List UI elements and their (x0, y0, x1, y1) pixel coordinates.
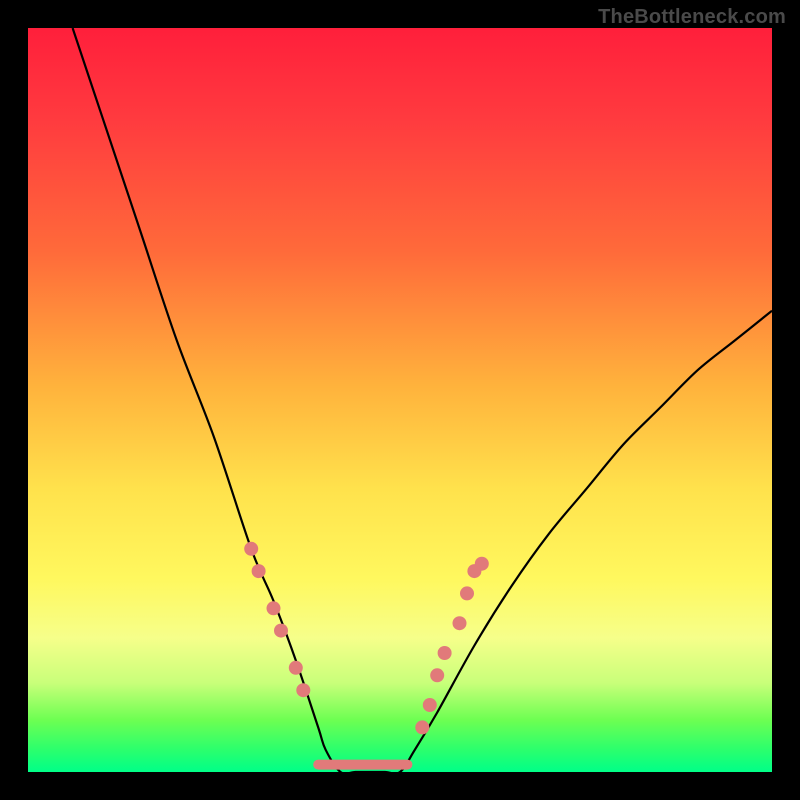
watermark-text: TheBottleneck.com (598, 6, 786, 29)
curve-marker (267, 601, 281, 615)
curve-marker (438, 646, 452, 660)
curve-marker (423, 698, 437, 712)
curve-marker (244, 542, 258, 556)
curve-layer (28, 28, 772, 772)
marker-group (244, 542, 489, 735)
chart-frame: TheBottleneck.com (0, 0, 800, 800)
curve-marker (296, 683, 310, 697)
curve-marker (415, 720, 429, 734)
curve-marker (460, 586, 474, 600)
curve-marker (430, 668, 444, 682)
curve-marker (475, 557, 489, 571)
plot-area (28, 28, 772, 772)
curve-marker (289, 661, 303, 675)
curve-marker (252, 564, 266, 578)
curve-marker (274, 624, 288, 638)
curve-marker (453, 616, 467, 630)
bottleneck-curve (73, 28, 772, 772)
